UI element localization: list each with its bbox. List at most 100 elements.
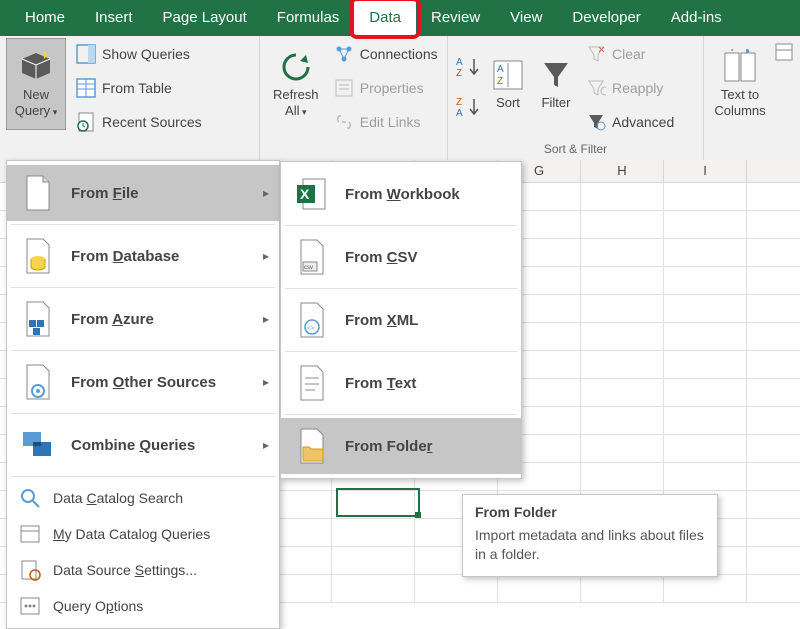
- label: Advanced: [612, 114, 674, 130]
- new-query-menu: From File From Database From Azure From …: [6, 160, 280, 629]
- text-icon: [293, 364, 331, 402]
- label: New: [23, 87, 49, 103]
- label: Clear: [612, 46, 645, 62]
- menu-from-workbook[interactable]: X From Workbook: [281, 166, 521, 222]
- tab-page-layout[interactable]: Page Layout: [148, 0, 262, 36]
- refresh-icon: [278, 49, 314, 85]
- label: Combine Queries: [71, 437, 195, 454]
- label: Refresh: [273, 87, 319, 103]
- menu-combine-queries[interactable]: Combine Queries: [7, 417, 279, 473]
- col-header[interactable]: I: [664, 160, 747, 182]
- menu-data-source-settings[interactable]: Data Source Settings...: [7, 552, 279, 588]
- menu-data-catalog-search[interactable]: Data Catalog Search: [7, 480, 279, 516]
- label: From Text: [345, 375, 416, 392]
- menu-from-database[interactable]: From Database: [7, 228, 279, 284]
- advanced-button[interactable]: Advanced: [584, 110, 676, 134]
- recent-sources-button[interactable]: Recent Sources: [74, 110, 204, 134]
- ribbon: New Query ▾ Show Queries From Table Rece…: [0, 36, 800, 161]
- advanced-icon: [586, 112, 606, 132]
- svg-text:csv: csv: [304, 265, 313, 271]
- options-icon: [19, 595, 41, 617]
- svg-text:Z: Z: [456, 68, 462, 78]
- edit-links-button: Edit Links: [332, 110, 440, 134]
- excel-icon: X: [293, 175, 331, 213]
- label: All ▾: [285, 103, 306, 120]
- link-icon: [334, 112, 354, 132]
- group-sort-filter: AZ ZA AZ Sort Filter Clear Reapply: [448, 36, 704, 160]
- reapply-button: Reapply: [584, 76, 676, 100]
- combine-icon: [19, 426, 57, 464]
- label: Data Source Settings...: [53, 562, 197, 578]
- svg-text:A: A: [456, 108, 463, 118]
- tab-data[interactable]: Data: [354, 0, 416, 36]
- folder-icon: [293, 427, 331, 465]
- filter-button[interactable]: Filter: [532, 38, 580, 130]
- connections-button[interactable]: Connections: [332, 42, 440, 66]
- group-get-transform: New Query ▾ Show Queries From Table Rece…: [0, 36, 260, 160]
- label: Recent Sources: [102, 114, 202, 130]
- gear-icon: [19, 363, 57, 401]
- menu-from-azure[interactable]: From Azure: [7, 291, 279, 347]
- label: Edit Links: [360, 114, 421, 130]
- new-query-button[interactable]: New Query ▾: [6, 38, 66, 130]
- sort-button[interactable]: AZ Sort: [484, 38, 532, 130]
- azure-icon: [19, 300, 57, 338]
- tab-view[interactable]: View: [495, 0, 557, 36]
- svg-text:A: A: [456, 57, 463, 68]
- menu-from-text[interactable]: From Text: [281, 355, 521, 411]
- menu-from-csv[interactable]: csv From CSV: [281, 229, 521, 285]
- label: Sort: [496, 95, 520, 111]
- label: From Table: [102, 80, 172, 96]
- database-icon: [19, 237, 57, 275]
- tab-insert[interactable]: Insert: [80, 0, 148, 36]
- flash-fill-button[interactable]: [774, 42, 794, 62]
- new-query-icon: [18, 49, 54, 85]
- label: Query ▾: [15, 103, 57, 120]
- sort-icon: AZ: [490, 57, 526, 93]
- label: From Azure: [71, 311, 154, 328]
- label: From CSV: [345, 249, 418, 266]
- group-data-tools: Text to Columns: [704, 36, 800, 160]
- group-caption: Sort & Filter: [454, 142, 697, 158]
- menu-from-folder[interactable]: From Folder: [281, 418, 521, 474]
- menu-query-options[interactable]: Query Options: [7, 588, 279, 624]
- menu-from-file[interactable]: From File: [7, 165, 279, 221]
- col-header[interactable]: H: [581, 160, 664, 182]
- file-icon: [19, 174, 57, 212]
- table-icon: [76, 78, 96, 98]
- label: Reapply: [612, 80, 663, 96]
- label: From Other Sources: [71, 374, 216, 391]
- recent-icon: [76, 112, 96, 132]
- label: Data Catalog Search: [53, 490, 183, 506]
- ribbon-tabs: Home Insert Page Layout Formulas Data Re…: [0, 0, 800, 36]
- selected-cell[interactable]: [336, 488, 420, 517]
- properties-icon: [334, 78, 354, 98]
- tab-formulas[interactable]: Formulas: [262, 0, 355, 36]
- label: From Database: [71, 248, 179, 265]
- tab-addins[interactable]: Add-ins: [656, 0, 737, 36]
- text-to-columns-button[interactable]: Text to Columns: [710, 38, 770, 130]
- label: My Data Catalog Queries: [53, 526, 210, 542]
- sort-asc-button[interactable]: AZ: [456, 56, 482, 78]
- group-connections: Refresh All ▾ Connections Properties Edi…: [260, 36, 448, 160]
- label: Columns: [714, 103, 765, 119]
- tab-developer[interactable]: Developer: [557, 0, 655, 36]
- tab-review[interactable]: Review: [416, 0, 495, 36]
- menu-from-xml[interactable]: <> From XML: [281, 292, 521, 348]
- label: Properties: [360, 80, 424, 96]
- tab-home[interactable]: Home: [10, 0, 80, 36]
- refresh-all-button[interactable]: Refresh All ▾: [266, 38, 326, 130]
- sort-desc-button[interactable]: ZA: [456, 96, 482, 118]
- show-queries-button[interactable]: Show Queries: [74, 42, 204, 66]
- filter-icon: [538, 57, 574, 93]
- menu-from-other-sources[interactable]: From Other Sources: [7, 354, 279, 410]
- menu-my-data-catalog-queries[interactable]: My Data Catalog Queries: [7, 516, 279, 552]
- from-table-button[interactable]: From Table: [74, 76, 204, 100]
- reapply-icon: [586, 78, 606, 98]
- tooltip-body: Import metadata and links about files in…: [475, 527, 704, 562]
- label: From File: [71, 185, 139, 202]
- label: Show Queries: [102, 46, 190, 62]
- label: From Folder: [345, 438, 433, 455]
- tooltip-title: From Folder: [475, 503, 705, 522]
- pane-icon: [76, 44, 96, 64]
